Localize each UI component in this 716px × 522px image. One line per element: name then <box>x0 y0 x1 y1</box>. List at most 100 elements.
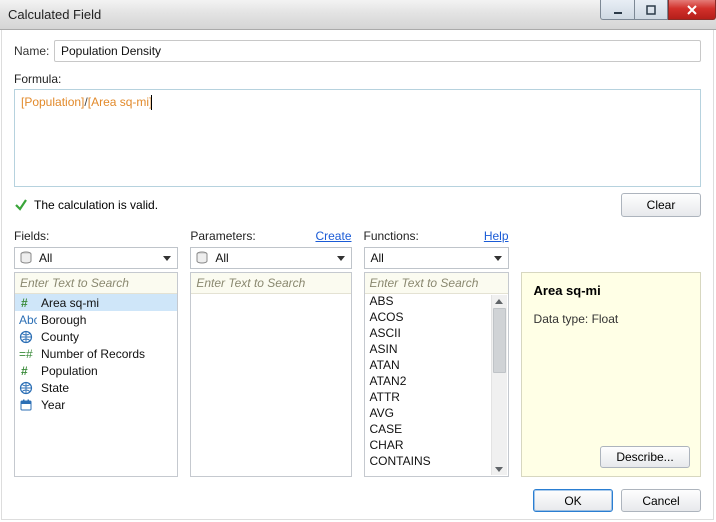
parameters-panel: Parameters: Create All Enter Text to Sea… <box>190 229 351 477</box>
function-item[interactable]: ACOS <box>365 310 491 326</box>
field-item[interactable]: Year <box>15 396 177 413</box>
name-label: Name: <box>14 44 54 58</box>
parameters-search-placeholder: Enter Text to Search <box>196 276 305 290</box>
fields-label: Fields: <box>14 229 49 243</box>
field-item[interactable]: =# Number of Records <box>15 345 177 362</box>
clear-button-label: Clear <box>647 198 676 212</box>
functions-search-input[interactable]: Enter Text to Search <box>365 273 508 294</box>
database-icon <box>19 251 33 265</box>
cancel-button-label: Cancel <box>642 494 679 508</box>
field-item[interactable]: State <box>15 379 177 396</box>
svg-text:=#: =# <box>19 347 33 361</box>
function-item[interactable]: ASCII <box>365 326 491 342</box>
name-input[interactable]: Population Density <box>54 40 701 62</box>
scroll-up-icon[interactable] <box>492 295 507 307</box>
functions-combo[interactable]: All <box>364 247 509 269</box>
functions-listbox: Enter Text to Search ABSACOSASCIIASINATA… <box>364 272 509 477</box>
formula-field-2: [Area sq-mi] <box>88 95 153 109</box>
status-text: The calculation is valid. <box>34 198 158 212</box>
describe-button-label: Describe... <box>616 450 673 464</box>
function-item[interactable]: CASE <box>365 422 491 438</box>
database-icon <box>195 251 209 265</box>
fields-search-input[interactable]: Enter Text to Search <box>15 273 177 294</box>
hash-icon: # <box>19 296 35 310</box>
function-item[interactable]: ATAN <box>365 358 491 374</box>
fields-search-placeholder: Enter Text to Search <box>20 276 129 290</box>
window-buttons <box>600 0 716 20</box>
functions-combo-value: All <box>371 251 494 265</box>
globe-icon <box>19 330 35 344</box>
function-item[interactable]: ATAN2 <box>365 374 491 390</box>
cancel-button[interactable]: Cancel <box>621 489 701 512</box>
parameters-listbox: Enter Text to Search <box>190 272 351 477</box>
name-row: Name: Population Density <box>14 40 701 62</box>
functions-panel: Functions: Help All Enter Text to Search… <box>364 229 509 477</box>
field-item-label: Population <box>41 364 98 378</box>
clear-button[interactable]: Clear <box>621 193 701 217</box>
minimize-button[interactable] <box>600 0 634 20</box>
function-item[interactable]: ATTR <box>365 390 491 406</box>
functions-items: ABSACOSASCIIASINATANATAN2ATTRAVGCASECHAR… <box>365 294 508 476</box>
function-item[interactable]: AVG <box>365 406 491 422</box>
panels: Fields: All Enter Text to Search # Area s… <box>14 229 701 477</box>
describe-button[interactable]: Describe... <box>600 446 690 468</box>
chevron-down-icon <box>163 256 171 261</box>
chevron-down-icon <box>494 256 502 261</box>
field-item[interactable]: County <box>15 328 177 345</box>
eqhash-icon: =# <box>19 347 35 361</box>
fields-combo[interactable]: All <box>14 247 178 269</box>
function-item[interactable]: CONTAINS <box>365 454 491 470</box>
formula-field-1: [Population] <box>21 95 84 109</box>
ok-button[interactable]: OK <box>533 489 613 512</box>
function-item[interactable]: ABS <box>365 294 491 310</box>
formula-editor[interactable]: [Population]/[Area sq-mi] <box>14 89 701 187</box>
info-heading: Area sq-mi <box>534 283 688 298</box>
valid-check-icon <box>14 198 28 212</box>
titlebar: Calculated Field <box>0 0 716 30</box>
field-item[interactable]: # Population <box>15 362 177 379</box>
field-item[interactable]: # Area sq-mi <box>15 294 177 311</box>
field-item-label: Borough <box>41 313 86 327</box>
help-link[interactable]: Help <box>484 229 509 243</box>
dialog-content: Name: Population Density Formula: [Popul… <box>1 30 714 520</box>
field-item[interactable]: Abc Borough <box>15 311 177 328</box>
scroll-down-icon[interactable] <box>492 463 507 475</box>
functions-search-placeholder: Enter Text to Search <box>370 276 479 290</box>
fields-combo-value: All <box>39 251 163 265</box>
functions-scrollbar[interactable] <box>491 295 507 475</box>
fields-panel: Fields: All Enter Text to Search # Area s… <box>14 229 178 477</box>
status-row: The calculation is valid. Clear <box>14 193 701 217</box>
parameters-search-input[interactable]: Enter Text to Search <box>191 273 350 294</box>
svg-text:#: # <box>21 364 28 378</box>
function-item[interactable]: CHAR <box>365 438 491 454</box>
parameters-combo[interactable]: All <box>190 247 351 269</box>
parameters-combo-value: All <box>215 251 336 265</box>
dialog-buttons: OK Cancel <box>14 489 701 512</box>
cal-icon <box>19 398 35 412</box>
field-item-label: State <box>41 381 69 395</box>
field-item-label: Number of Records <box>41 347 145 361</box>
fields-listbox: Enter Text to Search # Area sq-mi Abc Borou… <box>14 272 178 477</box>
close-button[interactable] <box>668 0 716 20</box>
info-panel: Area sq-mi Data type: Float Describe... <box>521 229 701 477</box>
hash-icon: # <box>19 364 35 378</box>
abc-icon: Abc <box>19 313 35 327</box>
name-input-value: Population Density <box>61 44 161 58</box>
fields-items: # Area sq-mi Abc BoroughCounty =# Number of R… <box>15 294 177 476</box>
create-link[interactable]: Create <box>315 229 351 243</box>
parameters-label: Parameters: <box>190 229 255 243</box>
info-panel-spacer <box>521 229 701 243</box>
globe-icon <box>19 381 35 395</box>
formula-label: Formula: <box>14 72 701 86</box>
info-subtext: Data type: Float <box>534 312 688 326</box>
function-item[interactable]: ASIN <box>365 342 491 358</box>
ok-button-label: OK <box>564 494 581 508</box>
svg-text:Abc: Abc <box>19 313 37 327</box>
field-item-label: Area sq-mi <box>41 296 99 310</box>
svg-text:#: # <box>21 296 28 310</box>
field-item-label: Year <box>41 398 65 412</box>
text-caret <box>151 95 152 110</box>
window-title: Calculated Field <box>8 7 101 22</box>
maximize-button[interactable] <box>634 0 668 20</box>
scrollbar-thumb[interactable] <box>493 308 506 373</box>
